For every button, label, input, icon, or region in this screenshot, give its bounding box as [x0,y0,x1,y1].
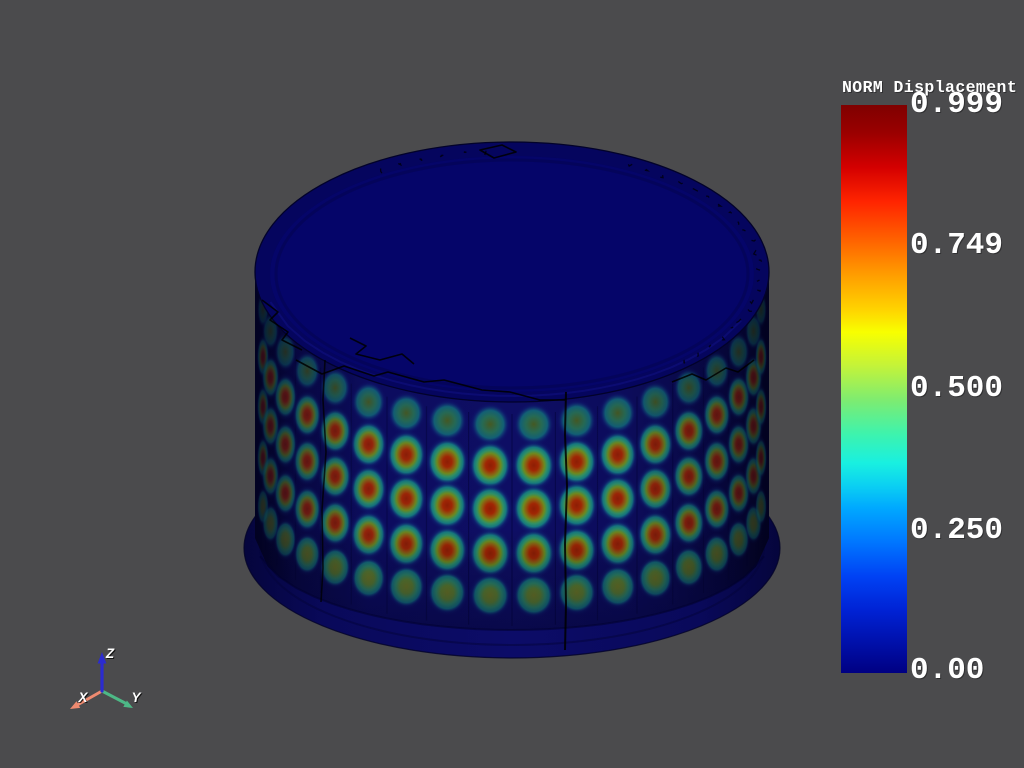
scalar-bar-tick-2: 0.500 [910,371,1003,406]
cylinder-model[interactable] [244,142,780,658]
scalar-bar-tick-3: 0.250 [910,513,1003,548]
scalar-bar-tick-1: 0.749 [910,228,1003,263]
orientation-axes-triad: X Y Z [70,646,142,709]
cylinder-top-cap [270,156,754,392]
scalar-bar-gradient [841,105,907,673]
render-viewport[interactable]: X Y Z NORM Displacement 0.999 0.749 0.50… [0,0,1024,768]
mesh-edge-mark [698,353,699,357]
scalar-bar: NORM Displacement 0.999 0.749 0.500 0.25… [841,78,1017,688]
scalar-bar-tick-0: 0.999 [910,87,1003,122]
x-axis-label: X [77,690,88,705]
mesh-edge-mark [732,327,733,328]
y-axis-label: Y [131,690,142,705]
mesh-edge-mark [684,360,685,364]
scene-canvas[interactable]: X Y Z NORM Displacement 0.999 0.749 0.50… [0,0,1024,768]
scalar-bar-tick-4: 0.00 [910,653,984,688]
y-axis-arrow [102,691,125,703]
mesh-edge-mark [464,152,467,153]
z-axis-label: Z [105,646,115,661]
